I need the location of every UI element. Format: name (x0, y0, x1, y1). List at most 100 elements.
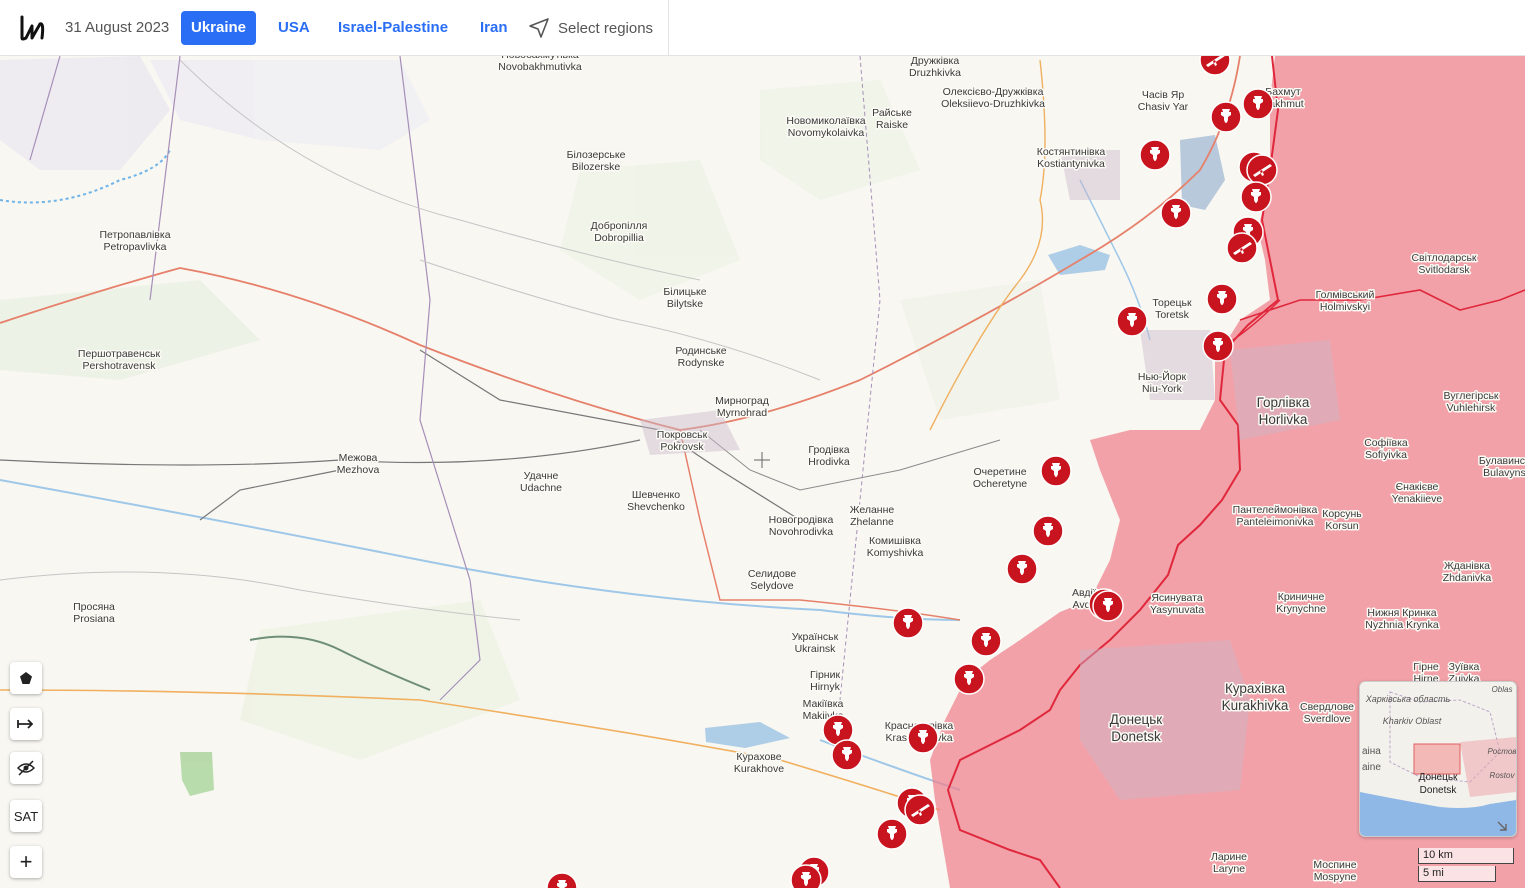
place-label-ua: Дружківка (911, 56, 960, 67)
top-bar: 31 August 2023 Ukraine USA Israel-Palest… (0, 0, 1525, 56)
shelling-marker-icon[interactable] (831, 739, 863, 771)
place-label-en: Niu-York (1142, 383, 1183, 395)
place-label-en: Raiske (876, 119, 908, 131)
select-regions-label: Select regions (558, 19, 654, 37)
tab-iran[interactable]: Iran (470, 11, 518, 45)
place-label-ua: Шевченко (632, 489, 680, 501)
navigation-arrow-icon (529, 18, 549, 38)
combat-marker-icon[interactable] (904, 794, 936, 826)
minimap-label: Харківська область (1365, 694, 1451, 704)
polygon-tool-button[interactable] (10, 662, 42, 694)
minimap-label: Rostov (1490, 771, 1516, 780)
place-label-en: Novobakhmutivka (498, 61, 582, 73)
place-label-ua: Олексієво-Дружківка (943, 86, 1044, 98)
place-label-ua: Новогродівка (769, 514, 834, 526)
place-label-ua: Покровськ (657, 429, 708, 441)
shelling-marker-icon[interactable] (1242, 88, 1274, 120)
place-label-ua: Родинське (675, 345, 726, 357)
place-label-en: Myrnohrad (717, 407, 767, 419)
satellite-toggle-button[interactable]: SAT (10, 800, 42, 832)
place-label-ua: Світлодарськ (1411, 252, 1476, 264)
shelling-marker-icon[interactable] (1206, 283, 1238, 315)
place-label-ua: Курахове (736, 751, 781, 763)
place-label-ua: Ларине (1211, 851, 1247, 863)
select-regions-button[interactable]: Select regions (528, 17, 653, 39)
place-label-en: Udachne (520, 482, 562, 494)
place-label-ua: Новомиколаївка (786, 115, 865, 127)
combat-marker-icon[interactable] (1226, 232, 1258, 264)
place-label-en: Vuhlehirsk (1447, 402, 1496, 414)
place-label-ua: Гродівка (808, 444, 849, 456)
place-label-en: Rodynske (678, 357, 725, 369)
place-label-en: Korsun (1325, 520, 1358, 532)
shelling-marker-icon[interactable] (1092, 590, 1124, 622)
place-label-ua: Українськ (792, 631, 839, 643)
place-label-ua: Корсунь (1322, 508, 1362, 520)
place-label-ua: Вуглегірськ (1443, 390, 1498, 402)
shelling-marker-icon[interactable] (1160, 197, 1192, 229)
place-label-en: Holmivskyi (1320, 301, 1370, 313)
scale-bar-metric: 10 km (1418, 848, 1514, 864)
place-label-en: Kurakhivka (1222, 698, 1289, 713)
tab-usa[interactable]: USA (268, 11, 320, 45)
place-label-ua: Жданівка (1444, 560, 1490, 572)
minimap-label: Ростов (1488, 747, 1516, 756)
place-label-en: Pershotravensk (83, 360, 157, 372)
place-label-ua: Донецьк (1110, 712, 1163, 727)
shelling-marker-icon[interactable] (970, 625, 1002, 657)
measure-tool-button[interactable] (10, 708, 42, 740)
place-label-ua: Зуївка (1449, 661, 1480, 673)
shelling-marker-icon[interactable] (1139, 139, 1171, 171)
place-label-ua: Криничне (1278, 591, 1325, 603)
place-label-en: Toretsk (1155, 309, 1190, 321)
shelling-marker-icon[interactable] (1202, 330, 1234, 362)
shelling-marker-icon[interactable] (1040, 455, 1072, 487)
map-canvas[interactable]: НовобахмутівкаNovobakhmutivkaДружківкаDr… (0, 56, 1525, 888)
place-label-ua: Свердлове (1300, 701, 1354, 713)
place-label-en: Oleksiievo-Druzhkivka (941, 98, 1045, 110)
shelling-marker-icon[interactable] (876, 818, 908, 850)
eye-off-icon (17, 760, 35, 776)
shelling-marker-icon[interactable] (1210, 101, 1242, 133)
place-label-en: Bilozerske (572, 161, 621, 173)
place-label-en: Krynychne (1276, 603, 1326, 615)
hide-layer-button[interactable] (10, 752, 42, 784)
satellite-label: SAT (13, 808, 39, 824)
shelling-marker-icon[interactable] (1116, 305, 1148, 337)
shelling-marker-icon[interactable] (953, 663, 985, 695)
place-label-ua: Пантелеймонівка (1233, 504, 1318, 516)
shelling-marker-icon[interactable] (1006, 553, 1038, 585)
place-label-en: Ocheretyne (973, 478, 1027, 490)
shelling-marker-icon[interactable] (907, 722, 939, 754)
place-label-en: Laryne (1213, 863, 1245, 875)
place-label-ua: Петропавлівка (99, 229, 170, 241)
place-label-en: Mezhova (337, 464, 380, 476)
tab-ukraine[interactable]: Ukraine (181, 11, 257, 45)
shelling-marker-icon[interactable] (790, 864, 822, 888)
place-label-ua: Горлівка (1257, 395, 1310, 410)
place-label-ua: Булавинське (1479, 455, 1525, 467)
place-label-ua: Гірник (810, 669, 841, 681)
place-label-en: Yasynuvata (1150, 604, 1204, 616)
shelling-marker-icon[interactable] (1032, 515, 1064, 547)
scale-bar-imperial: 5 mi (1418, 866, 1496, 882)
place-label-en: Komyshivka (867, 547, 924, 559)
place-label-en: Svitlodarsk (1418, 264, 1470, 276)
pentagon-icon (20, 672, 32, 684)
place-label-en: Petropavlivka (103, 241, 166, 253)
logo-icon[interactable] (18, 14, 46, 42)
place-label-en: Dobropillia (594, 232, 644, 244)
shelling-marker-icon[interactable] (892, 607, 924, 639)
place-label-ua: Нижня Кринка (1367, 607, 1436, 619)
place-label-ua: Очеретине (973, 466, 1026, 478)
place-label-en: Selydove (750, 580, 793, 592)
shelling-marker-icon[interactable] (1240, 181, 1272, 213)
place-label-ua: Гірне (1413, 661, 1439, 673)
measure-arrow-icon (17, 719, 34, 729)
place-label-en: Zhdanivka (1443, 572, 1492, 584)
combat-marker-icon[interactable] (1246, 154, 1278, 186)
minimap[interactable]: Харківська область Kharkiv Oblast Донець… (1359, 681, 1517, 837)
zoom-in-button[interactable]: + (10, 846, 42, 878)
tab-israel-palestine[interactable]: Israel-Palestine (328, 11, 458, 45)
place-label-en: Hirnyk (810, 681, 841, 693)
